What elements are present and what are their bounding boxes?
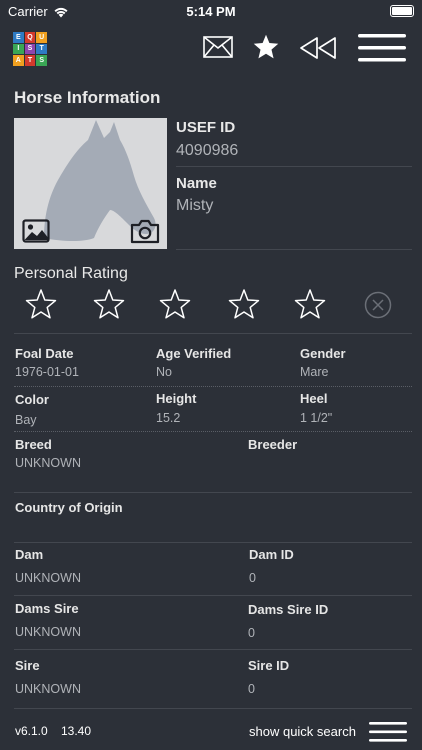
foal-date-label: Foal Date	[15, 346, 74, 361]
divider	[176, 249, 412, 250]
logo-letter: Q	[24, 32, 36, 43]
divider	[14, 431, 412, 432]
color-label: Color	[15, 392, 49, 407]
logo-letter: S	[24, 43, 36, 55]
dams-sire-id-label: Dams Sire ID	[248, 602, 329, 617]
camera-icon[interactable]	[130, 219, 160, 244]
logo-letter: S	[36, 55, 47, 66]
battery-icon	[390, 5, 414, 17]
rating-star-5[interactable]	[294, 288, 326, 320]
section-title-personal-rating: Personal Rating	[14, 265, 128, 282]
divider	[14, 542, 412, 543]
logo-letter: T	[24, 55, 36, 66]
rating-star-2[interactable]	[93, 288, 125, 320]
height-value: 15.2	[156, 411, 181, 425]
divider	[14, 333, 412, 334]
country-of-origin-label: Country of Origin	[15, 500, 123, 515]
rewind-icon[interactable]	[298, 36, 338, 60]
dam-value: UNKNOWN	[15, 571, 81, 585]
status-bar: Carrier 5:14 PM	[0, 0, 422, 24]
color-value: Bay	[15, 413, 37, 427]
name-label: Name	[176, 175, 217, 192]
dam-label: Dam	[15, 547, 44, 562]
top-nav-bar: EQUISTATS	[0, 30, 422, 66]
dam-id-value: 0	[249, 571, 256, 585]
usef-id-value: 4090986	[176, 142, 239, 159]
sire-id-value: 0	[248, 682, 255, 696]
section-title-horse-information: Horse Information	[14, 88, 161, 107]
foal-date-value: 1976-01-01	[15, 365, 79, 379]
gender-label: Gender	[300, 346, 346, 361]
gender-value: Mare	[300, 365, 329, 379]
app-version: v6.1.0	[15, 724, 48, 738]
dams-sire-label: Dams Sire	[15, 601, 79, 616]
show-quick-search-link[interactable]: show quick search	[249, 724, 356, 739]
divider	[14, 386, 412, 387]
breed-value: UNKNOWN	[15, 456, 81, 470]
breed-label: Breed	[15, 437, 52, 452]
sire-id-label: Sire ID	[248, 658, 290, 673]
age-verified-value: No	[156, 365, 172, 379]
height-label: Height	[156, 391, 197, 406]
gallery-image-icon[interactable]	[22, 219, 50, 243]
logo-letter: E	[13, 32, 24, 43]
logo-letter: U	[36, 32, 47, 43]
rating-star-3[interactable]	[159, 288, 191, 320]
heel-label: Heel	[300, 391, 328, 406]
breeder-label: Breeder	[248, 437, 298, 452]
rating-star-4[interactable]	[228, 288, 260, 320]
sire-label: Sire	[15, 658, 40, 673]
age-verified-label: Age Verified	[156, 346, 232, 361]
dam-id-label: Dam ID	[249, 547, 294, 562]
menu-icon[interactable]	[357, 32, 407, 64]
divider	[176, 166, 412, 167]
usef-id-label: USEF ID	[176, 119, 236, 136]
sire-value: UNKNOWN	[15, 682, 81, 696]
heel-value: 1 1/2"	[300, 411, 333, 425]
divider	[14, 649, 412, 650]
clear-rating-icon[interactable]	[364, 291, 392, 319]
logo-letter: I	[13, 43, 24, 55]
quick-search-menu-icon[interactable]	[368, 721, 408, 743]
logo-letter: A	[13, 55, 24, 66]
divider	[14, 708, 412, 709]
rating-star-1[interactable]	[25, 288, 57, 320]
divider	[14, 595, 412, 596]
favorite-star-icon[interactable]	[252, 33, 280, 61]
mail-icon[interactable]	[203, 36, 233, 58]
dams-sire-value: UNKNOWN	[15, 625, 81, 639]
build-number: 13.40	[61, 724, 92, 738]
status-time: 5:14 PM	[186, 4, 236, 19]
logo-letter: T	[36, 43, 47, 55]
footer-bar: v6.1.0 13.40 show quick search	[0, 712, 422, 750]
dams-sire-id-value: 0	[248, 626, 255, 640]
name-value: Misty	[176, 197, 214, 214]
horse-photo	[14, 118, 167, 249]
divider	[14, 492, 412, 493]
equistats-logo[interactable]: EQUISTATS	[13, 32, 47, 66]
